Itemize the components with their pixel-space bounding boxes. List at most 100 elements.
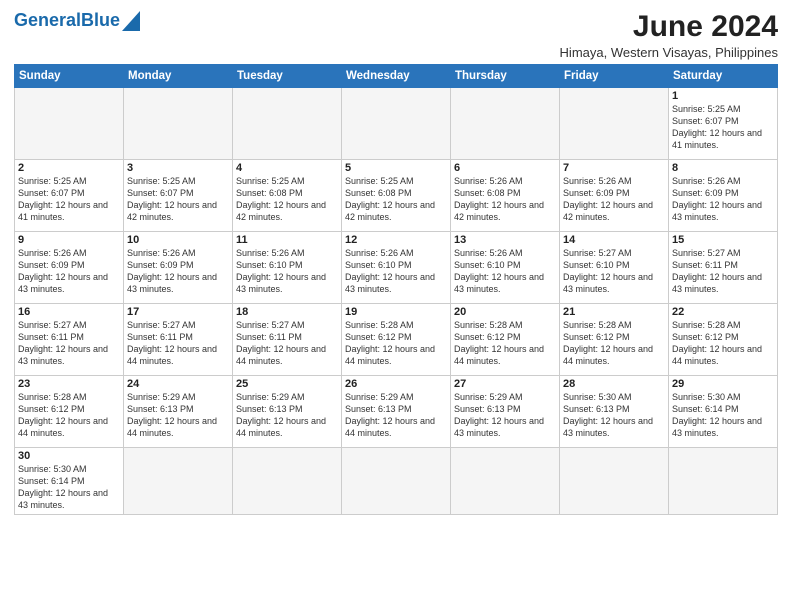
calendar-cell: 27Sunrise: 5:29 AM Sunset: 6:13 PM Dayli… <box>451 376 560 448</box>
weekday-friday: Friday <box>560 65 669 88</box>
calendar-cell: 22Sunrise: 5:28 AM Sunset: 6:12 PM Dayli… <box>669 304 778 376</box>
logo-general: General <box>14 10 81 30</box>
day-number: 5 <box>345 162 447 174</box>
day-info: Sunrise: 5:26 AM Sunset: 6:09 PM Dayligh… <box>18 247 120 296</box>
day-info: Sunrise: 5:26 AM Sunset: 6:08 PM Dayligh… <box>454 175 556 224</box>
calendar-cell: 28Sunrise: 5:30 AM Sunset: 6:13 PM Dayli… <box>560 376 669 448</box>
calendar-cell: 15Sunrise: 5:27 AM Sunset: 6:11 PM Dayli… <box>669 232 778 304</box>
day-number: 6 <box>454 162 556 174</box>
calendar-cell: 12Sunrise: 5:26 AM Sunset: 6:10 PM Dayli… <box>342 232 451 304</box>
day-info: Sunrise: 5:30 AM Sunset: 6:13 PM Dayligh… <box>563 391 665 440</box>
day-number: 17 <box>127 306 229 318</box>
calendar-cell <box>342 448 451 515</box>
day-number: 11 <box>236 234 338 246</box>
day-number: 28 <box>563 378 665 390</box>
calendar-cell: 1Sunrise: 5:25 AM Sunset: 6:07 PM Daylig… <box>669 88 778 160</box>
week-row-1: 1Sunrise: 5:25 AM Sunset: 6:07 PM Daylig… <box>15 88 778 160</box>
day-info: Sunrise: 5:28 AM Sunset: 6:12 PM Dayligh… <box>454 319 556 368</box>
day-number: 10 <box>127 234 229 246</box>
calendar-cell <box>124 448 233 515</box>
calendar-cell <box>669 448 778 515</box>
calendar-cell: 11Sunrise: 5:26 AM Sunset: 6:10 PM Dayli… <box>233 232 342 304</box>
day-info: Sunrise: 5:28 AM Sunset: 6:12 PM Dayligh… <box>18 391 120 440</box>
day-info: Sunrise: 5:29 AM Sunset: 6:13 PM Dayligh… <box>127 391 229 440</box>
day-info: Sunrise: 5:25 AM Sunset: 6:07 PM Dayligh… <box>672 103 774 152</box>
calendar-cell <box>15 88 124 160</box>
day-number: 13 <box>454 234 556 246</box>
day-info: Sunrise: 5:29 AM Sunset: 6:13 PM Dayligh… <box>454 391 556 440</box>
calendar-cell: 29Sunrise: 5:30 AM Sunset: 6:14 PM Dayli… <box>669 376 778 448</box>
day-number: 25 <box>236 378 338 390</box>
calendar-cell: 9Sunrise: 5:26 AM Sunset: 6:09 PM Daylig… <box>15 232 124 304</box>
calendar-page: GeneralBlue June 2024 Himaya, Western Vi… <box>0 0 792 612</box>
day-number: 23 <box>18 378 120 390</box>
calendar-cell: 10Sunrise: 5:26 AM Sunset: 6:09 PM Dayli… <box>124 232 233 304</box>
day-info: Sunrise: 5:27 AM Sunset: 6:11 PM Dayligh… <box>18 319 120 368</box>
day-info: Sunrise: 5:25 AM Sunset: 6:07 PM Dayligh… <box>18 175 120 224</box>
calendar-title: June 2024 <box>560 10 778 43</box>
calendar-table: SundayMondayTuesdayWednesdayThursdayFrid… <box>14 64 778 515</box>
calendar-cell <box>560 88 669 160</box>
calendar-cell: 3Sunrise: 5:25 AM Sunset: 6:07 PM Daylig… <box>124 160 233 232</box>
day-info: Sunrise: 5:26 AM Sunset: 6:09 PM Dayligh… <box>563 175 665 224</box>
day-info: Sunrise: 5:25 AM Sunset: 6:08 PM Dayligh… <box>236 175 338 224</box>
logo-icon <box>122 11 140 31</box>
week-row-6: 30Sunrise: 5:30 AM Sunset: 6:14 PM Dayli… <box>15 448 778 515</box>
day-info: Sunrise: 5:27 AM Sunset: 6:11 PM Dayligh… <box>672 247 774 296</box>
calendar-cell <box>451 448 560 515</box>
calendar-cell <box>233 448 342 515</box>
logo: GeneralBlue <box>14 10 140 31</box>
calendar-cell: 5Sunrise: 5:25 AM Sunset: 6:08 PM Daylig… <box>342 160 451 232</box>
logo-blue: Blue <box>81 10 120 30</box>
day-info: Sunrise: 5:29 AM Sunset: 6:13 PM Dayligh… <box>345 391 447 440</box>
day-number: 27 <box>454 378 556 390</box>
day-number: 20 <box>454 306 556 318</box>
day-number: 12 <box>345 234 447 246</box>
day-info: Sunrise: 5:30 AM Sunset: 6:14 PM Dayligh… <box>672 391 774 440</box>
weekday-saturday: Saturday <box>669 65 778 88</box>
day-number: 29 <box>672 378 774 390</box>
day-number: 21 <box>563 306 665 318</box>
day-number: 19 <box>345 306 447 318</box>
calendar-cell: 25Sunrise: 5:29 AM Sunset: 6:13 PM Dayli… <box>233 376 342 448</box>
day-number: 7 <box>563 162 665 174</box>
day-number: 4 <box>236 162 338 174</box>
calendar-cell: 4Sunrise: 5:25 AM Sunset: 6:08 PM Daylig… <box>233 160 342 232</box>
header: GeneralBlue June 2024 Himaya, Western Vi… <box>14 10 778 60</box>
week-row-3: 9Sunrise: 5:26 AM Sunset: 6:09 PM Daylig… <box>15 232 778 304</box>
calendar-cell <box>451 88 560 160</box>
day-info: Sunrise: 5:29 AM Sunset: 6:13 PM Dayligh… <box>236 391 338 440</box>
calendar-cell <box>342 88 451 160</box>
calendar-cell: 19Sunrise: 5:28 AM Sunset: 6:12 PM Dayli… <box>342 304 451 376</box>
day-info: Sunrise: 5:26 AM Sunset: 6:10 PM Dayligh… <box>345 247 447 296</box>
day-number: 26 <box>345 378 447 390</box>
day-info: Sunrise: 5:30 AM Sunset: 6:14 PM Dayligh… <box>18 463 120 512</box>
day-number: 2 <box>18 162 120 174</box>
day-number: 30 <box>18 450 120 462</box>
logo-area: GeneralBlue <box>14 10 140 31</box>
day-info: Sunrise: 5:25 AM Sunset: 6:07 PM Dayligh… <box>127 175 229 224</box>
calendar-cell: 21Sunrise: 5:28 AM Sunset: 6:12 PM Dayli… <box>560 304 669 376</box>
week-row-5: 23Sunrise: 5:28 AM Sunset: 6:12 PM Dayli… <box>15 376 778 448</box>
calendar-cell <box>233 88 342 160</box>
calendar-cell: 6Sunrise: 5:26 AM Sunset: 6:08 PM Daylig… <box>451 160 560 232</box>
week-row-2: 2Sunrise: 5:25 AM Sunset: 6:07 PM Daylig… <box>15 160 778 232</box>
day-number: 3 <box>127 162 229 174</box>
weekday-thursday: Thursday <box>451 65 560 88</box>
day-info: Sunrise: 5:28 AM Sunset: 6:12 PM Dayligh… <box>345 319 447 368</box>
calendar-cell: 26Sunrise: 5:29 AM Sunset: 6:13 PM Dayli… <box>342 376 451 448</box>
weekday-tuesday: Tuesday <box>233 65 342 88</box>
calendar-cell <box>560 448 669 515</box>
calendar-cell: 20Sunrise: 5:28 AM Sunset: 6:12 PM Dayli… <box>451 304 560 376</box>
day-number: 24 <box>127 378 229 390</box>
calendar-cell: 14Sunrise: 5:27 AM Sunset: 6:10 PM Dayli… <box>560 232 669 304</box>
day-number: 16 <box>18 306 120 318</box>
day-number: 15 <box>672 234 774 246</box>
weekday-sunday: Sunday <box>15 65 124 88</box>
calendar-cell <box>124 88 233 160</box>
calendar-cell: 7Sunrise: 5:26 AM Sunset: 6:09 PM Daylig… <box>560 160 669 232</box>
day-number: 22 <box>672 306 774 318</box>
logo-text: GeneralBlue <box>14 10 120 31</box>
title-area: June 2024 Himaya, Western Visayas, Phili… <box>560 10 778 60</box>
calendar-cell: 24Sunrise: 5:29 AM Sunset: 6:13 PM Dayli… <box>124 376 233 448</box>
